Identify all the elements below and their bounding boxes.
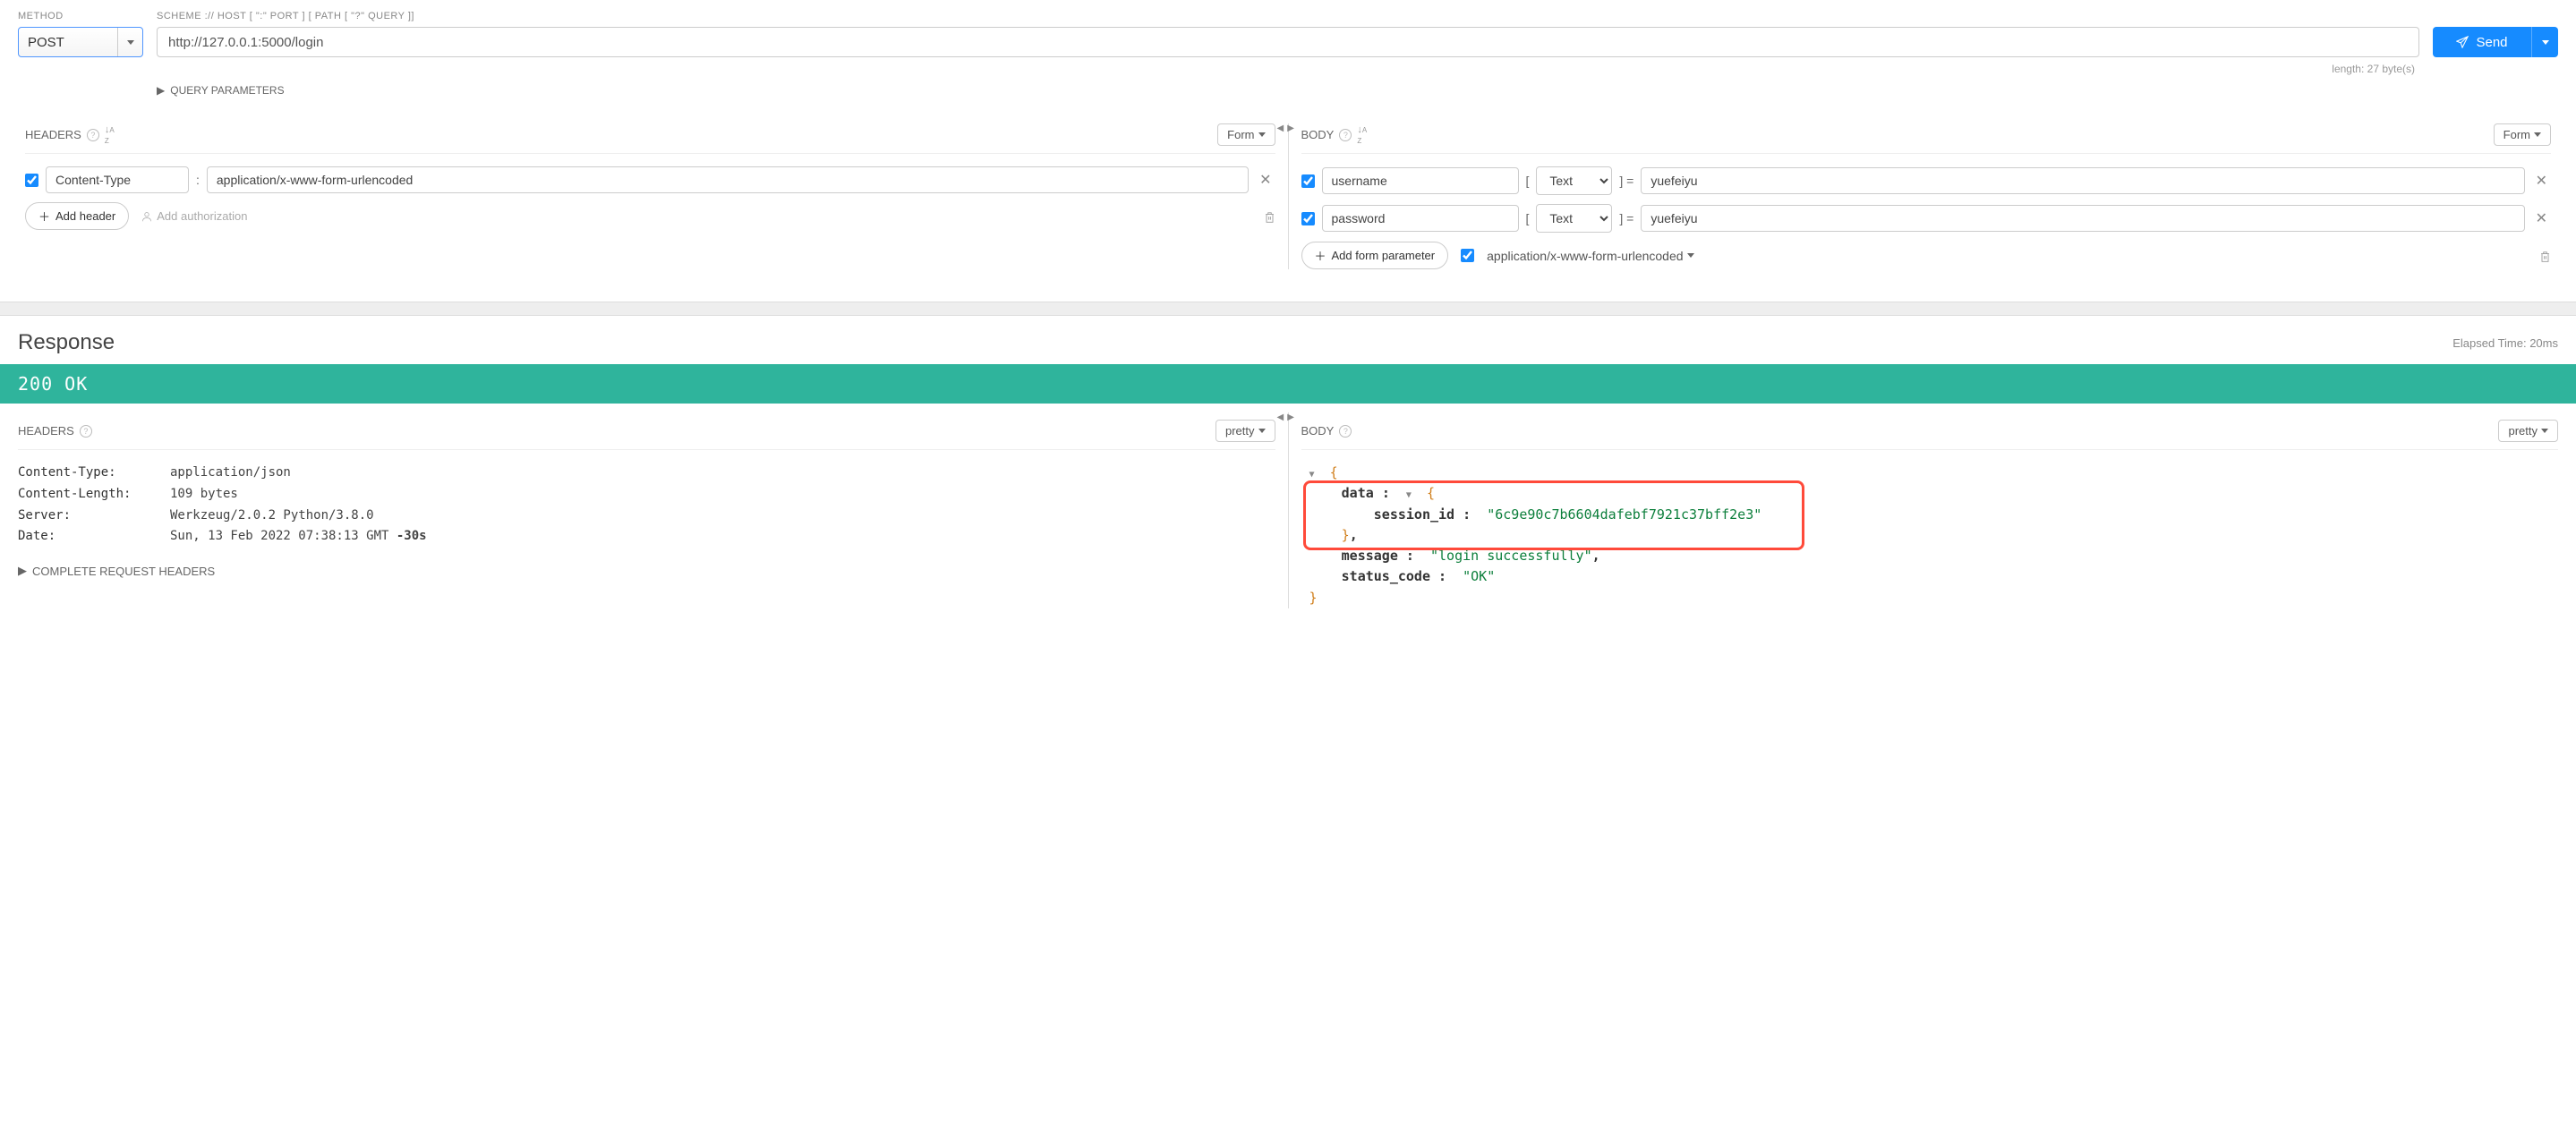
trash-icon[interactable] bbox=[2539, 248, 2551, 262]
caret-down-icon bbox=[1258, 429, 1266, 433]
table-row: Content-Length:109 bytes bbox=[18, 484, 1275, 506]
add-form-param-button[interactable]: ＋ Add form parameter bbox=[1301, 242, 1449, 269]
param-type-select[interactable]: Text bbox=[1536, 166, 1612, 195]
header-value-input[interactable] bbox=[207, 166, 1249, 193]
send-dropdown[interactable] bbox=[2531, 27, 2558, 57]
json-body: ▼ { data : ▼ { session_id : "6c9e90c7b66… bbox=[1301, 463, 2559, 608]
headers-title: HEADERS bbox=[25, 128, 81, 141]
table-row: Server:Werkzeug/2.0.2 Python/3.8.0 bbox=[18, 506, 1275, 527]
collapse-left-icon[interactable]: ◀ bbox=[1277, 412, 1284, 422]
method-label: METHOD bbox=[18, 11, 143, 21]
response-title: Response bbox=[18, 330, 115, 355]
url-input[interactable] bbox=[157, 27, 2419, 57]
param-enabled-checkbox[interactable] bbox=[1301, 212, 1315, 225]
send-label: Send bbox=[2476, 35, 2507, 50]
encoding-dropdown[interactable]: application/x-www-form-urlencoded bbox=[1487, 249, 1693, 263]
help-icon[interactable]: ? bbox=[1339, 129, 1352, 141]
plus-icon: ＋ bbox=[1315, 247, 1326, 264]
caret-down-icon bbox=[1258, 132, 1266, 137]
plus-icon: ＋ bbox=[38, 208, 50, 225]
collapse-right-icon[interactable]: ▶ bbox=[1287, 412, 1294, 422]
collapse-left-icon[interactable]: ◀ bbox=[1277, 123, 1284, 133]
help-icon[interactable]: ? bbox=[80, 425, 92, 438]
help-icon[interactable]: ? bbox=[87, 129, 99, 141]
toggle-icon[interactable]: ▼ bbox=[1309, 468, 1322, 482]
body-param-row: [ Text ] = ✕ bbox=[1301, 204, 2552, 233]
send-icon bbox=[2456, 36, 2469, 48]
resp-body-title: BODY bbox=[1301, 424, 1335, 438]
url-label: SCHEME :// HOST [ ":" PORT ] [ PATH [ "?… bbox=[157, 11, 2419, 21]
caret-down-icon bbox=[2534, 132, 2541, 137]
body-title: BODY bbox=[1301, 128, 1335, 141]
toggle-icon[interactable]: ▼ bbox=[1406, 489, 1419, 503]
method-caret[interactable] bbox=[117, 28, 142, 56]
triangle-right-icon: ▶ bbox=[18, 564, 27, 578]
header-name-input[interactable] bbox=[46, 166, 189, 193]
method-select[interactable]: POST bbox=[18, 27, 143, 57]
add-header-button[interactable]: ＋ Add header bbox=[25, 202, 129, 230]
table-row: Content-Type:application/json bbox=[18, 463, 1275, 484]
headers-view-dropdown[interactable]: Form bbox=[1217, 123, 1275, 146]
caret-down-icon bbox=[2541, 429, 2548, 433]
param-name-input[interactable] bbox=[1322, 205, 1519, 232]
caret-down-icon bbox=[127, 40, 134, 45]
user-icon bbox=[141, 211, 152, 222]
triangle-right-icon: ▶ bbox=[157, 84, 165, 97]
table-row: Date:Sun, 13 Feb 2022 07:38:13 GMT -30s bbox=[18, 526, 1275, 548]
method-value: POST bbox=[19, 28, 117, 56]
resp-header-table: Content-Type:application/json Content-Le… bbox=[18, 463, 1275, 548]
complete-request-headers-toggle[interactable]: ▶ COMPLETE REQUEST HEADERS bbox=[18, 564, 1275, 578]
param-type-select[interactable]: Text bbox=[1536, 204, 1612, 233]
resp-body-view-dropdown[interactable]: pretty bbox=[2498, 420, 2558, 442]
param-enabled-checkbox[interactable] bbox=[1301, 174, 1315, 188]
body-param-row: [ Text ] = ✕ bbox=[1301, 166, 2552, 195]
elapsed-time: Elapsed Time: 20ms bbox=[2452, 336, 2558, 350]
help-icon[interactable]: ? bbox=[1339, 425, 1352, 438]
header-enabled-checkbox[interactable] bbox=[25, 174, 38, 187]
param-value-input[interactable] bbox=[1641, 167, 2524, 194]
delete-header-icon[interactable]: ✕ bbox=[1256, 171, 1275, 189]
caret-down-icon bbox=[2542, 40, 2549, 45]
status-bar: 200 OK bbox=[0, 364, 2576, 404]
param-value-input[interactable] bbox=[1641, 205, 2524, 232]
query-params-toggle[interactable]: ▶ QUERY PARAMETERS bbox=[157, 84, 2558, 97]
header-row: : ✕ bbox=[25, 166, 1275, 193]
param-name-input[interactable] bbox=[1322, 167, 1519, 194]
delete-param-icon[interactable]: ✕ bbox=[2532, 209, 2551, 227]
length-info: length: 27 byte(s) bbox=[18, 63, 2558, 75]
send-button[interactable]: Send bbox=[2433, 27, 2558, 57]
encoding-checkbox[interactable] bbox=[1461, 249, 1474, 262]
body-view-dropdown[interactable]: Form bbox=[2494, 123, 2551, 146]
add-authorization-button[interactable]: Add authorization bbox=[141, 209, 247, 223]
resp-headers-title: HEADERS bbox=[18, 424, 74, 438]
delete-param-icon[interactable]: ✕ bbox=[2532, 172, 2551, 190]
caret-down-icon bbox=[1687, 253, 1694, 258]
resp-headers-view-dropdown[interactable]: pretty bbox=[1215, 420, 1275, 442]
trash-icon[interactable] bbox=[1264, 208, 1275, 223]
sort-icon[interactable]: ↓AZ bbox=[1357, 124, 1367, 146]
colon-separator: : bbox=[196, 173, 200, 187]
sort-icon[interactable]: ↓AZ bbox=[105, 124, 115, 146]
